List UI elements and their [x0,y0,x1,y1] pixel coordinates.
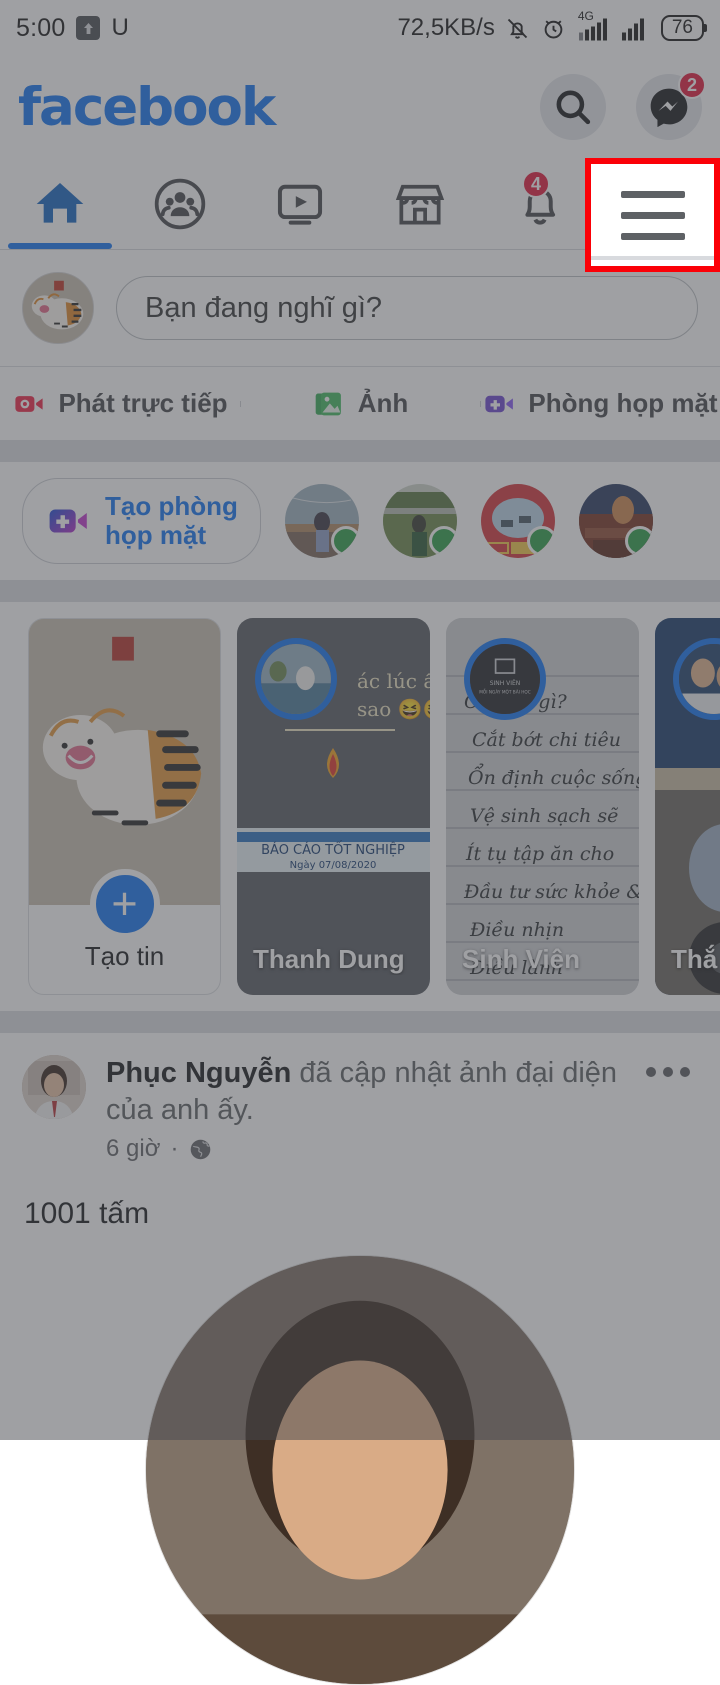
post-author-avatar[interactable] [22,1055,86,1119]
create-room-line1: Tạo phòng [105,490,238,521]
photo-button[interactable]: Ảnh [240,387,480,421]
status-input[interactable]: Bạn đang nghĩ gì? [116,276,698,340]
rooms-row: Tạo phòng họp mặt [0,462,720,580]
composer-actions: Phát trực tiếp Ảnh Phòng họp mặt [0,366,720,440]
room-avatar-2[interactable] [382,484,457,558]
live-video-button[interactable]: Phát trực tiếp [0,387,240,421]
active-tab-indicator [8,243,112,249]
svg-text:Ít tụ tập ăn cho: Ít tụ tập ăn cho [465,842,614,865]
create-room-button[interactable]: Tạo phòng họp mặt [22,478,261,564]
signal-bars-icon: 4G [576,9,613,42]
signal-bars-icon-2 [621,15,652,42]
search-icon [552,86,594,128]
tab-home[interactable] [0,158,120,249]
story-author-name: Sinh Viên [462,944,580,974]
photo-label: Ảnh [357,388,409,418]
search-button[interactable] [540,74,606,140]
network-speed: 72,5KB/s [397,14,495,41]
create-story-thumbnail [29,619,220,905]
room-avatar-4[interactable] [578,484,653,558]
photo-icon [312,387,346,421]
home-icon [32,176,88,232]
globe-icon [188,1137,213,1162]
live-video-label: Phát trực tiếp [58,388,228,418]
facebook-app-screen: 5:00 U 72,5KB/s 4G 76 facebook 2 4 Bạn đ… [0,0,720,1685]
status-bar: 5:00 U 72,5KB/s 4G 76 [0,0,720,56]
menu-tab-underline [591,256,714,260]
svg-text:Đầu tư sức khỏe &: Đầu tư sức khỏe & [463,881,639,903]
marketplace-icon [392,176,448,232]
tab-watch[interactable] [240,158,360,249]
battery-indicator: 76 [660,14,708,42]
story-author-avatar [255,638,337,720]
alarm-clock-icon [540,15,567,42]
post-headline: Phục Nguyễn đã cập nhật ảnh đại diện của… [106,1055,618,1129]
create-room-line2: họp mặt [105,520,207,550]
online-status-dot [330,526,359,556]
story-card-2[interactable]: C 19 là gì? Cắt bớt chi tiêu Ổn định cuộ… [446,618,639,995]
carrier-glyph: U [111,14,129,41]
story-author-name: Thanh Dung [253,944,405,974]
messenger-button[interactable]: 2 [636,71,706,140]
notifications-badge: 4 [522,170,550,198]
meta-separator: · [170,1135,179,1163]
stories-row: + Tạo tin BÁO CÁO TỐT NGHIỆP Ngày 07/08/… [0,602,720,1011]
room-avatar-3[interactable] [480,484,555,558]
post-profile-photo[interactable] [145,1255,575,1685]
online-status-dot [624,526,653,556]
post-author-name[interactable]: Phục Nguyễn [106,1057,291,1089]
create-story-label: Tạo tin [84,941,165,971]
story-card-3[interactable]: Thắ [655,618,720,995]
online-status-dot [526,526,555,556]
video-plus-icon [45,498,91,544]
messenger-badge: 2 [678,71,706,99]
room-video-icon [482,387,516,421]
facebook-logo: facebook [18,76,276,138]
story-author-avatar [673,638,720,720]
tab-marketplace[interactable] [360,158,480,249]
story-author-avatar: SINH VIÊN MỖI NGÀY MỘT BÀI HỌC [464,638,546,720]
svg-text:sao 😆😆: sao 😆😆 [357,697,430,721]
svg-text:Cắt bớt chi tiêu: Cắt bớt chi tiêu [472,729,621,751]
svg-text:Ngày 07/08/2020: Ngày 07/08/2020 [290,859,377,871]
video-play-icon [272,176,328,232]
create-room-label: Tạo phòng họp mặt [105,490,238,550]
tab-notifications[interactable]: 4 [480,158,600,249]
status-time: 5:00 [16,13,66,42]
online-status-dot [428,526,457,556]
svg-text:Điều nhịn: Điều nhịn [469,919,564,941]
avatar[interactable] [22,272,94,344]
upload-arrow-icon [76,16,101,40]
menu-highlight-box[interactable] [585,158,720,272]
more-options-icon[interactable] [638,1055,698,1163]
live-video-icon [12,387,46,421]
section-divider-2 [0,580,720,602]
hamburger-menu-icon[interactable] [620,190,685,240]
svg-text:Vệ sinh sạch sẽ: Vệ sinh sạch sẽ [470,805,618,827]
create-story-plus-button[interactable]: + [89,869,160,939]
section-divider-3 [0,1011,720,1033]
bell-muted-icon [504,15,531,42]
composer-placeholder: Bạn đang nghĩ gì? [145,291,383,324]
room-label: Phòng họp mặt [528,388,718,418]
tab-groups[interactable] [120,158,240,249]
svg-text:Ổn định cuộc sống: Ổn định cuộc sống [468,763,639,789]
post-time: 6 giờ [106,1135,161,1163]
room-button[interactable]: Phòng họp mặt [480,387,720,421]
section-divider [0,440,720,462]
svg-text:ác lúc ấy: ác lúc ấy [357,669,430,693]
create-story-card[interactable]: + Tạo tin [28,618,221,995]
app-header: facebook 2 [0,56,720,158]
svg-text:SINH VIÊN: SINH VIÊN [490,679,520,687]
story-card-1[interactable]: BÁO CÁO TỐT NGHIỆP Ngày 07/08/2020 ác lú… [237,618,430,995]
groups-icon [152,176,208,232]
post-meta: 6 giờ · [106,1135,618,1163]
feed-post: Phục Nguyễn đã cập nhật ảnh đại diện của… [0,1033,720,1685]
svg-text:BÁO CÁO TỐT NGHIỆP: BÁO CÁO TỐT NGHIỆP [261,841,405,858]
room-avatar-1[interactable] [284,484,359,558]
post-body-text: 1001 tấm [24,1197,150,1231]
story-author-name: Thắ [671,944,718,974]
